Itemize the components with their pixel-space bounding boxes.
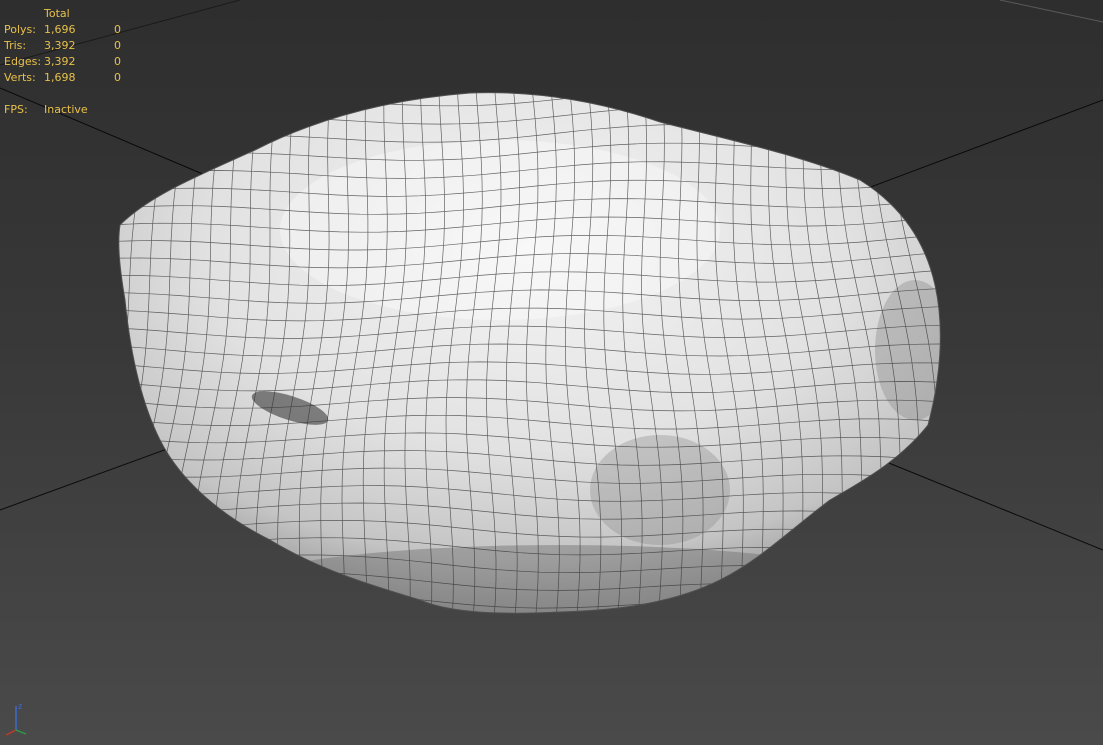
grid-line-right (867, 99, 1103, 189)
stat-label: Polys: (4, 23, 36, 36)
mesh-dent-front (590, 435, 730, 545)
stat-selected: 0 (114, 23, 121, 36)
gizmo-axis-label: z (18, 702, 22, 711)
fps-label: FPS: (4, 103, 28, 116)
stat-total: 3,392 (44, 55, 76, 68)
stats-header-label (4, 6, 44, 22)
fps-value: Inactive (44, 103, 88, 116)
axis-gizmo-icon: z (5, 702, 27, 736)
stat-selected: 0 (114, 71, 121, 84)
stats-row-edges: Edges: 3,392 0 (4, 54, 134, 70)
viewport-statistics: Total Polys: 1,696 0 Tris: 3,392 0 Edges… (4, 6, 134, 118)
stat-total: 3,392 (44, 39, 76, 52)
stat-selected: 0 (114, 55, 121, 68)
scene-canvas[interactable] (0, 0, 1103, 745)
stats-row-polys: Polys: 1,696 0 (4, 22, 134, 38)
stat-label: Verts: (4, 71, 36, 84)
stat-total: 1,696 (44, 23, 76, 36)
stats-header-selected (114, 6, 134, 22)
stats-header-total: Total (44, 7, 70, 20)
stats-spacer (4, 86, 134, 102)
stats-row-fps: FPS: Inactive (4, 102, 134, 118)
perspective-viewport[interactable]: Total Polys: 1,696 0 Tris: 3,392 0 Edges… (0, 0, 1103, 745)
mesh-shadow-bottom (230, 545, 890, 614)
stats-row-verts: Verts: 1,698 0 (4, 70, 134, 86)
stat-selected: 0 (114, 39, 121, 52)
mesh-shadow-right (875, 280, 941, 420)
stat-label: Tris: (4, 39, 27, 52)
grid-line-top-right (999, 0, 1103, 23)
stat-label: Edges: (4, 55, 42, 68)
stats-row-tris: Tris: 3,392 0 (4, 38, 134, 54)
stats-header-row: Total (4, 6, 134, 22)
stat-total: 1,698 (44, 71, 76, 84)
